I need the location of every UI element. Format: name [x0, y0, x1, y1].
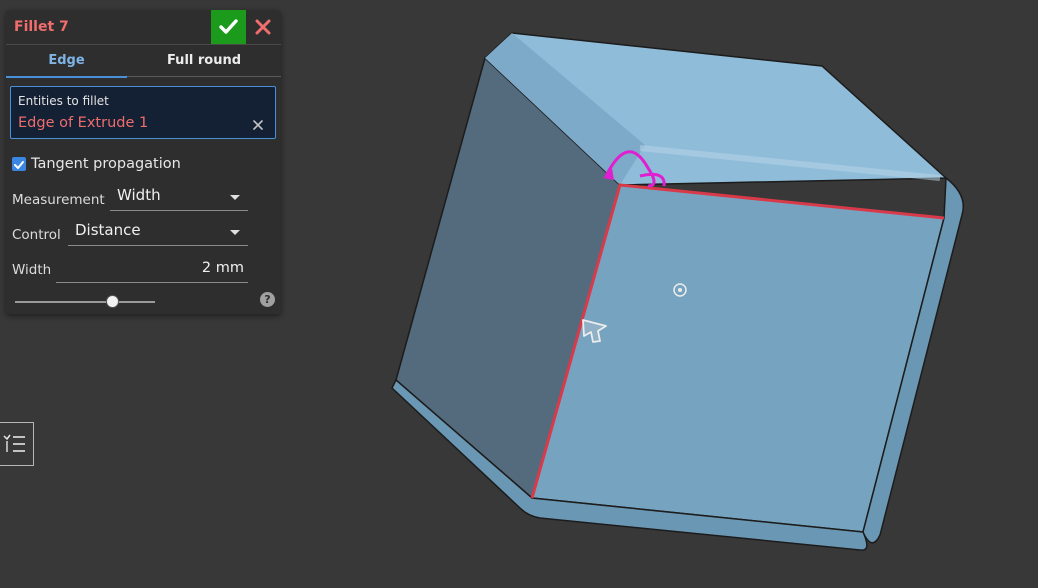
tab-full-round[interactable]: Full round	[127, 46, 281, 77]
chevron-down-icon	[230, 230, 240, 235]
check-icon	[219, 19, 238, 34]
control-label: Control	[12, 227, 61, 243]
clear-selection-icon[interactable]	[251, 118, 265, 132]
chevron-down-icon	[230, 195, 240, 200]
checkbox-checked-icon[interactable]	[12, 157, 26, 171]
entities-to-fillet-field[interactable]: Entities to fillet Edge of Extrude 1	[10, 86, 276, 139]
entities-label: Entities to fillet	[18, 94, 109, 108]
control-value: Distance	[75, 221, 141, 239]
tangent-propagation-label: Tangent propagation	[31, 156, 181, 172]
feature-list-button[interactable]	[0, 422, 34, 466]
cancel-button[interactable]	[252, 15, 274, 39]
measurement-label: Measurement	[12, 192, 105, 208]
width-slider[interactable]	[15, 295, 155, 308]
control-dropdown[interactable]: Distance	[68, 219, 248, 246]
dialog-title: Fillet 7	[14, 19, 69, 35]
dialog-header: Fillet 7	[6, 10, 281, 45]
help-icon[interactable]: ?	[260, 292, 275, 307]
entity-selection-value[interactable]: Edge of Extrude 1	[18, 115, 148, 131]
width-label: Width	[12, 262, 52, 278]
close-icon	[255, 19, 271, 35]
fillet-feature-dialog: Fillet 7 Edge Full round Entities to fil…	[6, 10, 281, 314]
width-value: 2 mm	[201, 260, 244, 276]
width-input[interactable]: 2 mm	[56, 256, 248, 283]
tab-edge[interactable]: Edge	[6, 46, 127, 78]
slider-thumb[interactable]	[105, 295, 119, 308]
measurement-dropdown[interactable]: Width	[110, 184, 248, 211]
measurement-value: Width	[117, 186, 161, 204]
list-icon	[3, 434, 25, 452]
accept-button[interactable]	[211, 10, 246, 44]
